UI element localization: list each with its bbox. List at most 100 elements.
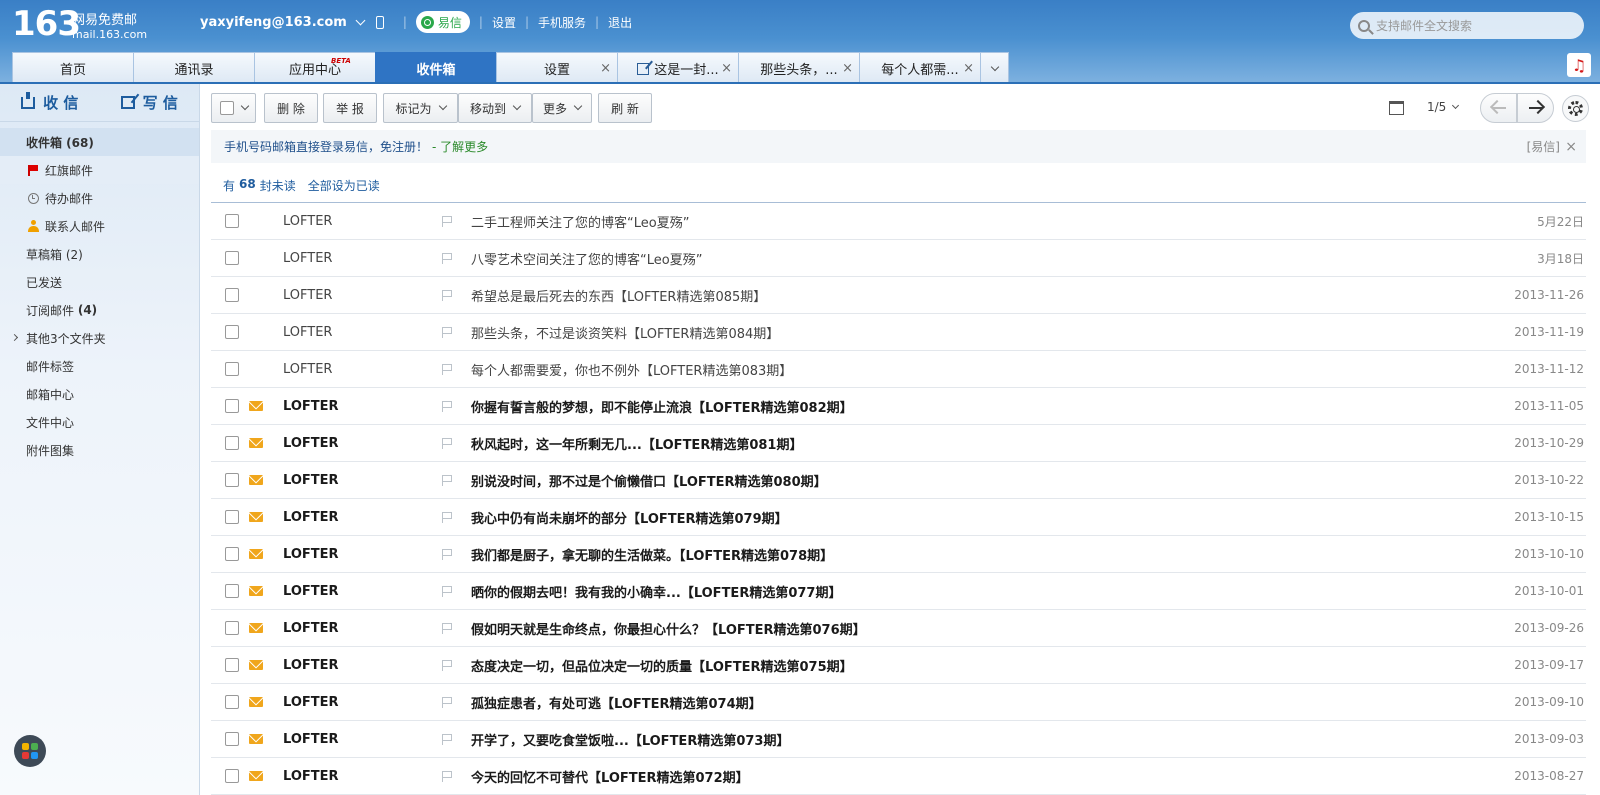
unread-suffix[interactable]: 封未读: [260, 177, 296, 194]
next-page-button[interactable]: [1517, 93, 1554, 123]
user-account[interactable]: yaxyifeng@163.com: [200, 15, 347, 30]
mail-sender[interactable]: LOFTER: [283, 621, 339, 636]
flag-icon[interactable]: [442, 290, 452, 301]
mail-sender[interactable]: LOFTER: [283, 658, 339, 673]
mail-checkbox[interactable]: [225, 251, 239, 265]
notice-text[interactable]: 手机号码邮箱直接登录易信，免注册！: [224, 138, 428, 155]
flag-icon[interactable]: [442, 512, 452, 523]
chevron-right-icon[interactable]: [10, 333, 19, 342]
flag-icon[interactable]: [442, 327, 452, 338]
mail-row[interactable]: LOFTER 假如明天就是生命终点，你最担心什么？【LOFTER精选第076期】 2…: [211, 610, 1586, 647]
yixin-button[interactable]: 易信: [415, 11, 470, 33]
mail-sender[interactable]: LOFTER: [283, 732, 339, 747]
mail-subject[interactable]: 希望总是最后死去的东西【LOFTER精选第085期】: [471, 286, 766, 305]
calendar-icon[interactable]: [1389, 101, 1404, 115]
more-dropdown[interactable]: 更多: [532, 93, 592, 123]
mail-subject[interactable]: 今天的回忆不可替代【LOFTER精选第072期】: [471, 767, 749, 786]
flag-icon[interactable]: [442, 216, 452, 227]
mail-checkbox[interactable]: [225, 769, 239, 783]
tab-compose-draft[interactable]: 这是一封... ×: [617, 52, 738, 84]
mail-sender[interactable]: LOFTER: [283, 510, 339, 525]
mail-checkbox[interactable]: [225, 547, 239, 561]
mail-checkbox[interactable]: [225, 436, 239, 450]
mail-subject[interactable]: 我心中仍有尚未崩坏的部分【LOFTER精选第079期】: [471, 508, 788, 527]
select-all-dropdown[interactable]: [211, 93, 256, 123]
mail-checkbox[interactable]: [225, 732, 239, 746]
mail-row[interactable]: LOFTER 每个人都需要爱，你也不例外【LOFTER精选第083期】 2013-1…: [211, 351, 1586, 388]
report-button[interactable]: 举 报: [323, 93, 377, 123]
mail-subject[interactable]: 开学了，又要吃食堂饭啦...【LOFTER精选第073期】: [471, 730, 789, 749]
mail-checkbox[interactable]: [225, 399, 239, 413]
select-all-checkbox[interactable]: [219, 101, 234, 115]
mail-subject[interactable]: 孤独症患者，有处可逃【LOFTER精选第074期】: [471, 693, 762, 712]
mail-subject[interactable]: 晒你的假期去吧！我有我的小确幸...【LOFTER精选第077期】: [471, 582, 841, 601]
page-indicator[interactable]: 1/5: [1427, 100, 1460, 114]
mail-row[interactable]: LOFTER 开学了，又要吃食堂饭啦...【LOFTER精选第073期】 2013-…: [211, 721, 1586, 758]
tab-mail-084[interactable]: 那些头条，... ×: [738, 52, 859, 84]
close-icon[interactable]: ×: [963, 61, 974, 76]
mail-row[interactable]: LOFTER 我们都是厨子，拿无聊的生活做菜。【LOFTER精选第078期】 201…: [211, 536, 1586, 573]
mail-subject[interactable]: 假如明天就是生命终点，你最担心什么？【LOFTER精选第076期】: [471, 619, 866, 638]
mail-subject[interactable]: 你握有誓言般的梦想，即不能停止流浪【LOFTER精选第082期】: [471, 397, 853, 416]
mail-checkbox[interactable]: [225, 362, 239, 376]
mail-sender[interactable]: LOFTER: [283, 399, 339, 414]
mail-row[interactable]: LOFTER 秋风起时，这一年所剩无几...【LOFTER精选第081期】 2013…: [211, 425, 1586, 462]
close-icon[interactable]: ×: [600, 61, 611, 76]
prev-page-button[interactable]: [1480, 93, 1517, 123]
mail-checkbox[interactable]: [225, 510, 239, 524]
flag-icon[interactable]: [442, 253, 452, 264]
compose-button[interactable]: 写 信: [100, 84, 200, 121]
sidebar-item-drafts[interactable]: 草稿箱 (2): [0, 240, 199, 268]
mail-subject[interactable]: 秋风起时，这一年所剩无几...【LOFTER精选第081期】: [471, 434, 802, 453]
mail-row[interactable]: LOFTER 别说没时间，那不过是个偷懒借口【LOFTER精选第080期】 2013…: [211, 462, 1586, 499]
mail-row[interactable]: LOFTER 八零艺术空间关注了您的博客“Leo夏殇” 3月18日: [211, 240, 1586, 277]
logo[interactable]: 163 网易免费邮 mail.163.com: [12, 6, 147, 42]
chevron-down-icon[interactable]: [355, 15, 366, 25]
mail-checkbox[interactable]: [225, 658, 239, 672]
mail-sender[interactable]: LOFTER: [283, 325, 332, 340]
mail-row[interactable]: LOFTER 希望总是最后死去的东西【LOFTER精选第085期】 2013-11-…: [211, 277, 1586, 314]
mail-subject[interactable]: 那些头条，不过是谈资笑料【LOFTER精选第084期】: [471, 323, 779, 342]
mail-checkbox[interactable]: [225, 695, 239, 709]
sidebar-item-mailbox-center[interactable]: 邮箱中心: [0, 380, 199, 408]
tab-contacts[interactable]: 通讯录: [133, 52, 254, 84]
flag-icon[interactable]: [442, 475, 452, 486]
mail-checkbox[interactable]: [225, 473, 239, 487]
sidebar-item-mail-tags[interactable]: 邮件标签: [0, 352, 199, 380]
settings-button[interactable]: [1562, 95, 1589, 122]
mail-sender[interactable]: LOFTER: [283, 214, 332, 229]
flag-icon[interactable]: [442, 623, 452, 634]
mail-sender[interactable]: LOFTER: [283, 769, 339, 784]
close-icon[interactable]: ×: [1565, 139, 1577, 155]
flag-icon[interactable]: [442, 771, 452, 782]
tab-more-button[interactable]: [980, 52, 1009, 84]
flag-icon[interactable]: [442, 734, 452, 745]
flag-icon[interactable]: [442, 549, 452, 560]
mobile-service-link[interactable]: 手机服务: [538, 14, 586, 31]
mail-row[interactable]: LOFTER 二手工程师关注了您的博客“Leo夏殇” 5月22日: [211, 203, 1586, 240]
sidebar-item-flagged[interactable]: 红旗邮件: [0, 156, 199, 184]
mail-sender[interactable]: LOFTER: [283, 473, 339, 488]
mail-sender[interactable]: LOFTER: [283, 362, 332, 377]
tab-app-center[interactable]: 应用中心 BETA: [254, 52, 375, 84]
mail-subject[interactable]: 我们都是厨子，拿无聊的生活做菜。【LOFTER精选第078期】: [471, 545, 833, 564]
mail-checkbox[interactable]: [225, 621, 239, 635]
mail-row[interactable]: LOFTER 你握有誓言般的梦想，即不能停止流浪【LOFTER精选第082期】 20…: [211, 388, 1586, 425]
mark-as-dropdown[interactable]: 标记为: [383, 93, 458, 123]
mail-checkbox[interactable]: [225, 584, 239, 598]
sidebar-item-sent[interactable]: 已发送: [0, 268, 199, 296]
mail-subject[interactable]: 二手工程师关注了您的博客“Leo夏殇”: [471, 212, 689, 231]
mail-subject[interactable]: 别说没时间，那不过是个偷懒借口【LOFTER精选第080期】: [471, 471, 827, 490]
mail-checkbox[interactable]: [225, 288, 239, 302]
delete-button[interactable]: 删 除: [264, 93, 318, 123]
tab-inbox[interactable]: 收件箱: [375, 52, 496, 84]
flag-icon[interactable]: [442, 401, 452, 412]
mail-checkbox[interactable]: [225, 325, 239, 339]
sidebar-item-attachment-gallery[interactable]: 附件图集: [0, 436, 199, 464]
music-icon[interactable]: ♫: [1567, 53, 1591, 77]
sidebar-item-inbox[interactable]: 收件箱 (68): [0, 128, 199, 156]
sidebar-item-contact-mail[interactable]: 联系人邮件: [0, 212, 199, 240]
flag-icon[interactable]: [442, 660, 452, 671]
flag-icon[interactable]: [442, 364, 452, 375]
logout-link[interactable]: 退出: [608, 14, 632, 31]
